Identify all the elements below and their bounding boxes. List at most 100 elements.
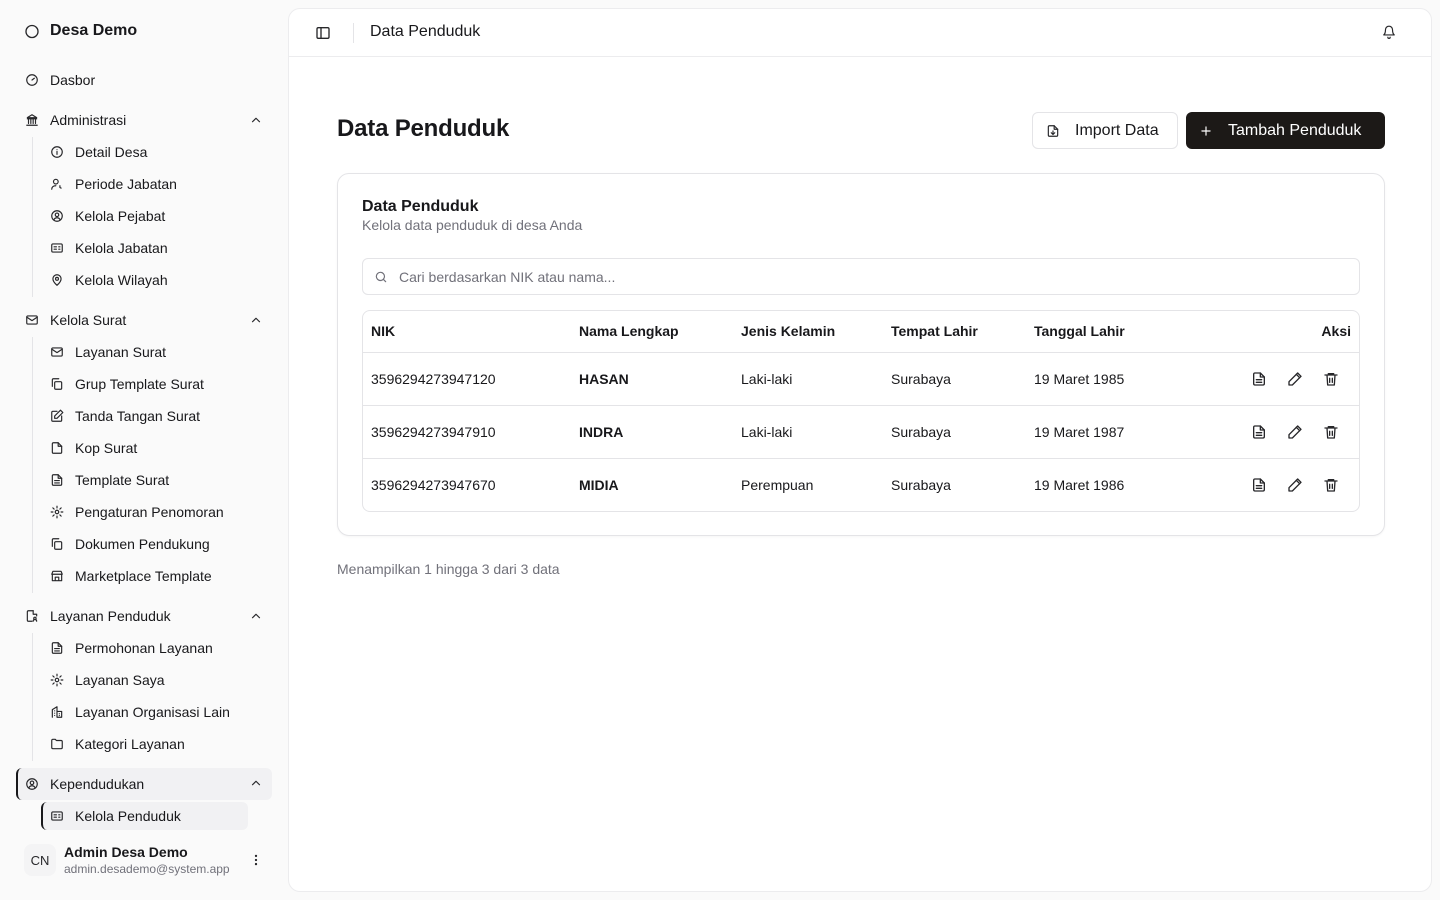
edit-pencil-icon[interactable]	[1287, 477, 1303, 493]
file-user-icon	[24, 608, 40, 624]
sidebar-item-kategori-layanan[interactable]: Kategori Layanan	[41, 730, 248, 758]
sidebar-group-layanan-penduduk[interactable]: Layanan Penduduk	[16, 601, 272, 631]
user-name: Admin Desa Demo	[64, 844, 188, 860]
sidebar-group-administrasi[interactable]: Administrasi	[16, 105, 272, 135]
sidebar-item-label: Marketplace Template	[75, 568, 212, 584]
sidebar-item-layanan-saya[interactable]: Layanan Saya	[41, 666, 248, 694]
folder-icon	[49, 736, 65, 752]
submenu-line	[32, 633, 33, 761]
map-pin-icon	[49, 272, 65, 288]
landmark-icon	[24, 112, 40, 128]
user-circle-icon	[49, 208, 65, 224]
cell-nama: HASAN	[579, 352, 741, 406]
search-input[interactable]	[399, 268, 1339, 285]
file-icon	[49, 440, 65, 456]
import-data-button[interactable]: Import Data	[1032, 112, 1178, 149]
more-vertical-icon[interactable]	[248, 852, 264, 868]
sidebar-item-kelola-penduduk[interactable]: Kelola Penduduk	[41, 802, 248, 830]
column-header-jenis-kelamin[interactable]: Jenis Kelamin	[741, 311, 891, 353]
sidebar-item-dokumen-pendukung[interactable]: Dokumen Pendukung	[41, 530, 248, 558]
sidebar-item-layanan-surat[interactable]: Layanan Surat	[41, 338, 248, 366]
sidebar-item-permohonan-layanan[interactable]: Permohonan Layanan	[41, 634, 248, 662]
sidebar-item-label: Tanda Tangan Surat	[75, 408, 201, 424]
user-email: admin.desademo@system.app	[64, 862, 230, 876]
pagination-info: Menampilkan 1 hingga 3 dari 3 data	[337, 561, 560, 577]
copy-icon	[49, 376, 65, 392]
sidebar: Desa Demo Dasbor Administrasi Detail Des…	[0, 0, 288, 900]
edit-pencil-icon[interactable]	[1287, 371, 1303, 387]
brand[interactable]: Desa Demo	[24, 22, 137, 40]
cell-nik: 3596294273947910	[363, 405, 579, 459]
plus-icon	[1198, 123, 1214, 139]
chevron-up-icon[interactable]	[248, 775, 264, 791]
table-row[interactable]: 3596294273947670 MIDIA Perempuan Surabay…	[363, 458, 1359, 511]
column-header-nik[interactable]: NIK	[363, 311, 579, 353]
sidebar-toggle-icon[interactable]	[313, 23, 333, 43]
sidebar-item-periode-jabatan[interactable]: Periode Jabatan	[41, 170, 248, 198]
bell-icon[interactable]	[1381, 24, 1397, 40]
sidebar-item-label: Layanan Organisasi Lain	[75, 704, 230, 720]
table-row[interactable]: 3596294273947120 HASAN Laki-laki Surabay…	[363, 352, 1359, 406]
view-detail-icon[interactable]	[1251, 424, 1267, 440]
sidebar-group-label: Administrasi	[50, 112, 127, 128]
table-row[interactable]: 3596294273947910 INDRA Laki-laki Surabay…	[363, 405, 1359, 459]
user-clock-icon	[49, 176, 65, 192]
logo-circle-icon	[24, 23, 40, 39]
sidebar-group-label: Kelola Surat	[50, 312, 127, 328]
delete-trash-icon[interactable]	[1323, 477, 1339, 493]
column-header-nama[interactable]: Nama Lengkap	[579, 311, 741, 353]
sidebar-item-marketplace-template[interactable]: Marketplace Template	[41, 562, 248, 590]
submenu-line	[32, 137, 33, 297]
id-card-icon	[49, 240, 65, 256]
sidebar-item-layanan-organisasi-lain[interactable]: Layanan Organisasi Lain	[41, 698, 248, 726]
file-text-icon	[49, 472, 65, 488]
card-subtitle: Kelola data penduduk di desa Anda	[362, 217, 583, 233]
sidebar-item-grup-template-surat[interactable]: Grup Template Surat	[41, 370, 248, 398]
search-icon	[373, 269, 389, 285]
sidebar-item-kelola-pejabat[interactable]: Kelola Pejabat	[41, 202, 248, 230]
chevron-up-icon[interactable]	[248, 112, 264, 128]
chevron-up-icon[interactable]	[248, 608, 264, 624]
add-resident-label: Tambah Penduduk	[1228, 121, 1362, 139]
gauge-icon	[24, 72, 40, 88]
edit-pencil-icon[interactable]	[1287, 424, 1303, 440]
topbar-divider	[353, 23, 354, 43]
mail-icon	[49, 344, 65, 360]
chevron-up-icon[interactable]	[248, 312, 264, 328]
sidebar-item-kop-surat[interactable]: Kop Surat	[41, 434, 248, 462]
sidebar-group-kelola-surat[interactable]: Kelola Surat	[16, 305, 272, 335]
sidebar-item-detail-desa[interactable]: Detail Desa	[41, 138, 248, 166]
info-icon	[49, 144, 65, 160]
file-import-icon	[1045, 123, 1061, 139]
delete-trash-icon[interactable]	[1323, 424, 1339, 440]
sidebar-group-label: Kependudukan	[50, 776, 145, 792]
cell-tempat-lahir: Surabaya	[891, 476, 951, 493]
sidebar-item-label: Detail Desa	[75, 144, 148, 160]
gear-icon	[49, 672, 65, 688]
sidebar-item-kelola-wilayah[interactable]: Kelola Wilayah	[41, 266, 248, 294]
column-header-tanggal-lahir[interactable]: Tanggal Lahir	[1034, 311, 1214, 353]
sidebar-item-tanda-tangan-surat[interactable]: Tanda Tangan Surat	[41, 402, 248, 430]
id-card-icon	[49, 808, 65, 824]
sidebar-item-dasbor[interactable]: Dasbor	[16, 65, 272, 95]
column-header-tempat-lahir[interactable]: Tempat Lahir	[891, 311, 1034, 353]
cell-jenis-kelamin: Laki-laki	[741, 352, 891, 406]
sidebar-item-pengaturan-penomoran[interactable]: Pengaturan Penomoran	[41, 498, 248, 526]
sidebar-item-label: Pengaturan Penomoran	[75, 504, 224, 520]
sidebar-item-label: Kelola Pejabat	[75, 208, 166, 224]
edit-square-icon	[49, 408, 65, 424]
cell-tanggal-lahir: 19 Maret 1986	[1034, 476, 1125, 493]
sidebar-item-label: Layanan Surat	[75, 344, 167, 360]
add-resident-button[interactable]: Tambah Penduduk	[1186, 112, 1385, 149]
view-detail-icon[interactable]	[1251, 477, 1267, 493]
delete-trash-icon[interactable]	[1323, 371, 1339, 387]
cell-nik: 3596294273947670	[371, 476, 496, 493]
view-detail-icon[interactable]	[1251, 371, 1267, 387]
sidebar-group-kependudukan[interactable]: Kependudukan	[16, 768, 272, 800]
sidebar-item-label: Layanan Saya	[75, 672, 165, 688]
sidebar-item-kelola-jabatan[interactable]: Kelola Jabatan	[41, 234, 248, 262]
sidebar-item-template-surat[interactable]: Template Surat	[41, 466, 248, 494]
cell-tempat-lahir: Surabaya	[891, 352, 1034, 406]
table-header-row: NIK Nama Lengkap Jenis Kelamin Tempat La…	[363, 311, 1359, 353]
user-profile[interactable]: CN Admin Desa Demo admin.desademo@system…	[24, 840, 272, 880]
